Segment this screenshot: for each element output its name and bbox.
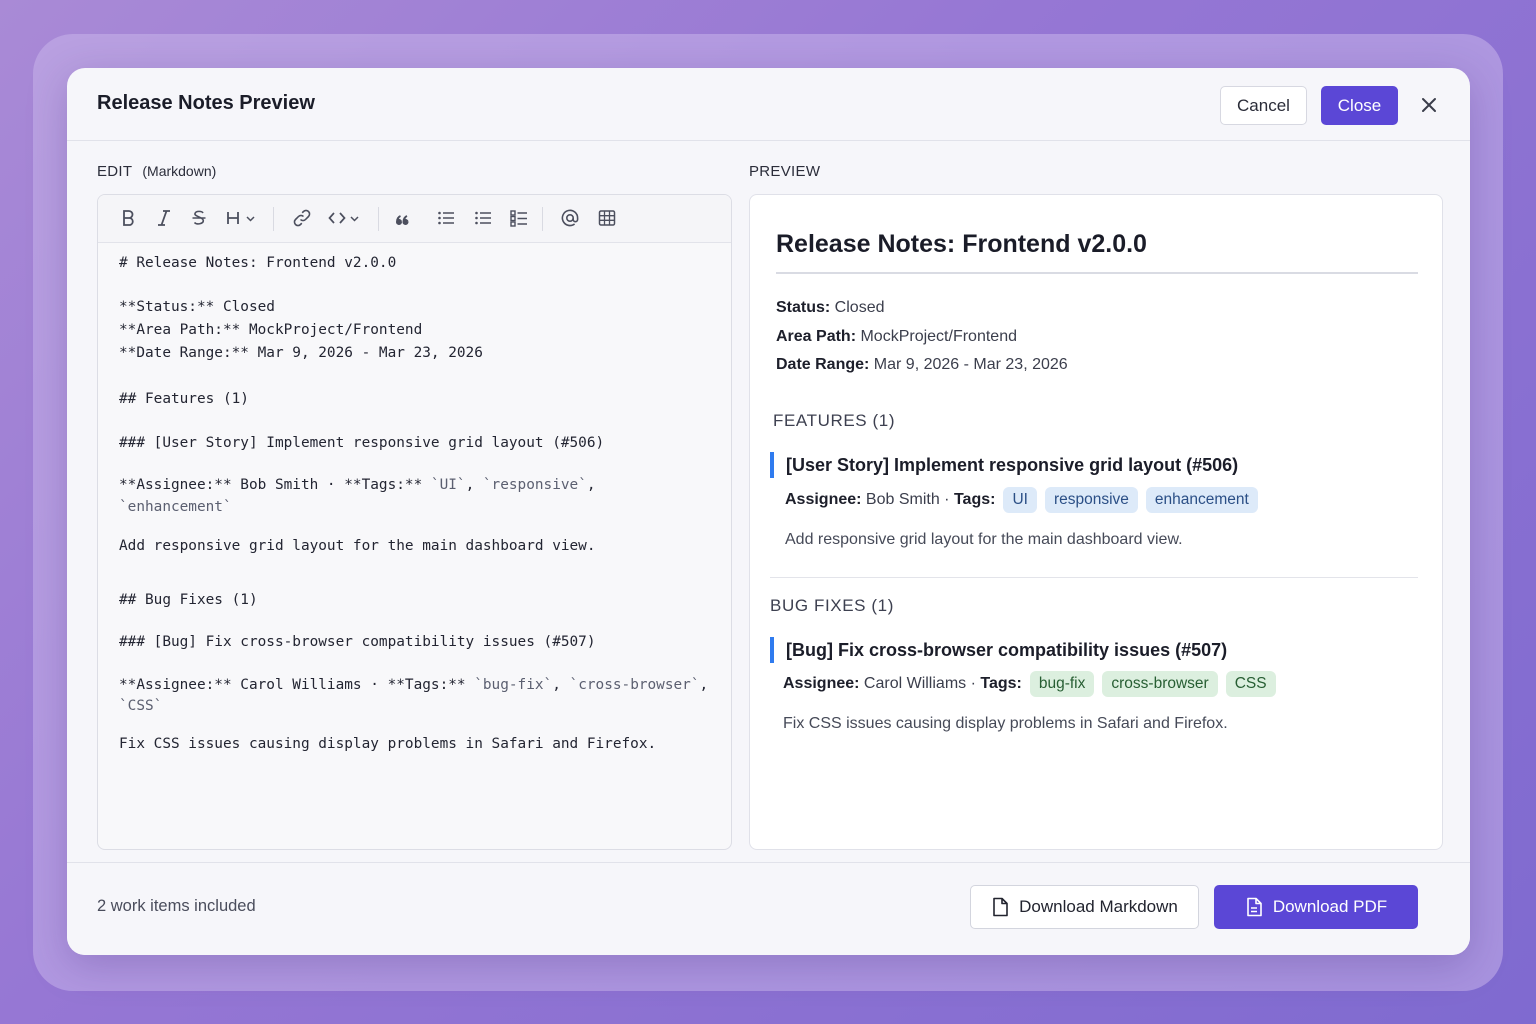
download-markdown-button[interactable]: Download Markdown: [970, 885, 1199, 929]
modal-footer: 2 work items included Download Markdown …: [67, 862, 1470, 955]
tag-badge: bug-fix: [1029, 671, 1095, 697]
md-inline-code: `responsive`: [482, 477, 587, 493]
download-pdf-label: Download PDF: [1272, 897, 1388, 916]
feature-description: Add responsive grid layout for the main …: [785, 531, 1183, 548]
editor-toolbar: [98, 195, 731, 243]
status-value: Closed: [830, 299, 885, 316]
md-line: ## Bug Fixes (1): [119, 592, 258, 608]
close-button[interactable]: Close: [1321, 86, 1398, 125]
markdown-sublabel: (Markdown): [142, 163, 217, 179]
status-row: Status: Closed: [776, 299, 884, 317]
file-text-icon: [1245, 897, 1263, 917]
md-inline-code: `CSS`: [119, 698, 163, 714]
numbered-list-icon[interactable]: [474, 207, 492, 229]
assignee-value: Bob Smith ·: [861, 491, 954, 508]
bug-description: Fix CSS issues causing display problems …: [783, 715, 1228, 732]
md-line: **Assignee:** Bob Smith · **Tags:** `UI`…: [119, 477, 596, 493]
feature-item-title: [User Story] Implement responsive grid l…: [770, 452, 1238, 478]
date-range-label: Date Range:: [776, 356, 870, 373]
checklist-icon[interactable]: [510, 207, 528, 229]
bug-item-title: [Bug] Fix cross-browser compatibility is…: [770, 637, 1227, 663]
tag-badge: responsive: [1044, 487, 1138, 513]
assignee-value: Carol Williams ·: [859, 675, 981, 692]
bold-icon[interactable]: [120, 207, 136, 229]
md-text: **Assignee:** Carol Williams · **Tags:**: [119, 677, 475, 693]
tag-badge: UI: [1003, 487, 1037, 513]
md-line: **Area Path:** MockProject/Frontend: [119, 322, 423, 338]
table-icon[interactable]: [598, 207, 616, 229]
md-inline-code: `enhancement`: [119, 499, 232, 515]
md-line: **Assignee:** Carol Williams · **Tags:**…: [119, 677, 708, 693]
md-text: ,: [552, 677, 570, 693]
tag-badge: cross-browser: [1102, 671, 1218, 697]
toolbar-divider: [542, 207, 543, 231]
toolbar-divider: [273, 207, 274, 231]
download-pdf-button[interactable]: Download PDF: [1214, 885, 1418, 929]
md-inline-code: `UI`: [430, 477, 466, 493]
md-line: Fix CSS issues causing display problems …: [119, 736, 657, 752]
italic-icon[interactable]: [156, 207, 172, 229]
cancel-button[interactable]: Cancel: [1220, 86, 1307, 125]
assignee-label: Assignee:: [783, 675, 860, 692]
bug-fixes-heading: BUG FIXES (1): [770, 596, 894, 615]
bulleted-list-icon[interactable]: [437, 207, 455, 229]
bug-meta-row: Assignee: Carol Williams · Tags: bug-fix…: [783, 671, 1276, 697]
md-text: ,: [586, 477, 596, 493]
md-line: ### [Bug] Fix cross-browser compatibilit…: [119, 634, 596, 650]
code-icon[interactable]: [328, 207, 362, 229]
assignee-label: Assignee:: [785, 491, 862, 508]
quote-icon[interactable]: [395, 207, 411, 229]
md-text: ,: [465, 477, 483, 493]
md-line: **Date Range:** Mar 9, 2026 - Mar 23, 20…: [119, 345, 483, 361]
modal-header: Release Notes Preview Cancel Close: [67, 68, 1470, 141]
mention-icon[interactable]: [560, 207, 580, 229]
file-icon: [991, 897, 1009, 917]
features-heading: FEATURES (1): [773, 411, 896, 430]
md-text: ,: [699, 677, 709, 693]
md-line: # Release Notes: Frontend v2.0.0: [119, 255, 397, 271]
status-label: Status:: [776, 299, 831, 316]
tags-label: Tags:: [953, 491, 996, 508]
md-line: ## Features (1): [119, 391, 249, 407]
preview-label: PREVIEW: [749, 163, 821, 180]
area-path-value: MockProject/Frontend: [856, 328, 1017, 345]
work-items-count: 2 work items included: [97, 897, 256, 915]
release-notes-modal: Release Notes Preview Cancel Close EDIT (…: [67, 68, 1470, 955]
md-inline-code: `bug-fix`: [474, 677, 553, 693]
md-inline-code: `cross-browser`: [569, 677, 700, 693]
md-line: Add responsive grid layout for the main …: [119, 538, 596, 554]
modal-title: Release Notes Preview: [97, 92, 315, 114]
tag-badge: CSS: [1225, 671, 1276, 697]
area-path-label: Area Path:: [776, 328, 857, 345]
date-range-value: Mar 9, 2026 - Mar 23, 2026: [869, 356, 1068, 373]
preview-panel: Release Notes: Frontend v2.0.0 Status: C…: [749, 194, 1443, 850]
md-line: ### [User Story] Implement responsive gr…: [119, 435, 605, 451]
link-icon[interactable]: [292, 207, 312, 229]
markdown-editor: # Release Notes: Frontend v2.0.0 **Statu…: [97, 194, 732, 850]
download-markdown-label: Download Markdown: [1019, 897, 1178, 916]
title-divider: [776, 272, 1418, 274]
area-path-row: Area Path: MockProject/Frontend: [776, 328, 1017, 346]
md-line: **Status:** Closed: [119, 299, 275, 315]
section-divider: [770, 577, 1418, 578]
feature-meta-row: Assignee: Bob Smith · Tags: UI responsiv…: [785, 487, 1258, 513]
preview-title: Release Notes: Frontend v2.0.0: [776, 230, 1147, 258]
x-icon[interactable]: [1418, 94, 1440, 116]
tag-badge: enhancement: [1145, 487, 1258, 513]
md-text: **Assignee:** Bob Smith · **Tags:**: [119, 477, 431, 493]
toolbar-divider: [378, 207, 379, 231]
tags-label: Tags:: [980, 675, 1022, 692]
edit-label-text: EDIT: [97, 163, 133, 180]
heading-icon[interactable]: [226, 207, 258, 229]
date-range-row: Date Range: Mar 9, 2026 - Mar 23, 2026: [776, 356, 1068, 374]
strikethrough-icon[interactable]: [191, 207, 207, 229]
edit-label: EDIT (Markdown): [97, 163, 216, 180]
